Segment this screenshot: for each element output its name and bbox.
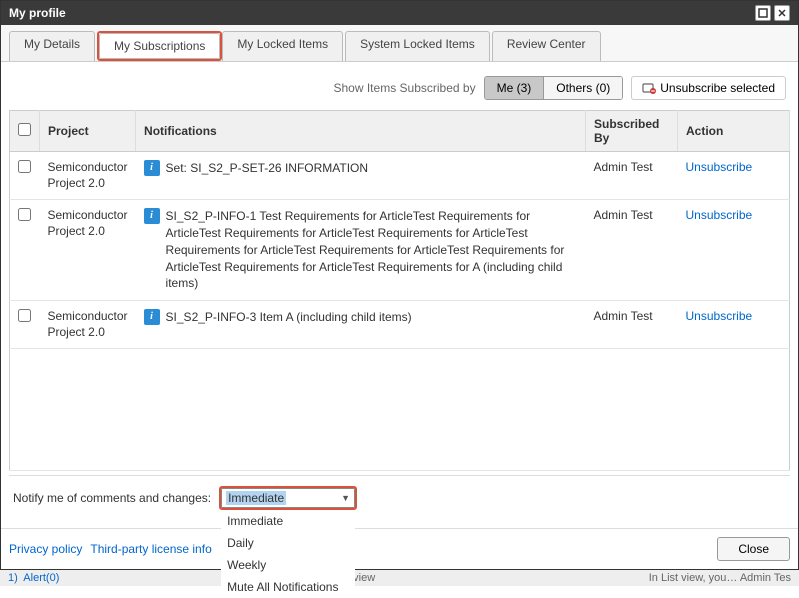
row-checkbox[interactable] — [18, 160, 31, 173]
tab-my-subscriptions-highlight: My Subscriptions — [97, 31, 222, 61]
unsubscribe-selected-label: Unsubscribe selected — [660, 81, 775, 95]
tab-my-locked-items[interactable]: My Locked Items — [222, 31, 343, 61]
table-row: Semiconductor Project 2.0 i SI_S2_P-INFO… — [10, 301, 790, 349]
row-checkbox[interactable] — [18, 309, 31, 322]
notification-cell: i SI_S2_P-INFO-3 Item A (including child… — [144, 309, 578, 326]
header-subscribed-by[interactable]: Subscribed By — [586, 111, 678, 152]
header-checkbox-col — [10, 111, 40, 152]
background-status-bar: 1) Alert(0) List view In List view, you…… — [0, 570, 799, 586]
close-dialog-button[interactable]: Close — [717, 537, 790, 561]
info-icon: i — [144, 208, 160, 224]
notify-label: Notify me of comments and changes: — [13, 491, 211, 505]
unsubscribe-selected-button[interactable]: Unsubscribe selected — [631, 76, 786, 100]
notification-cell: i SI_S2_P-INFO-1 Test Requirements for A… — [144, 208, 578, 292]
select-all-checkbox[interactable] — [18, 123, 31, 136]
table-header-row: Project Notifications Subscribed By Acti… — [10, 111, 790, 152]
header-notifications[interactable]: Notifications — [136, 111, 586, 152]
close-button[interactable] — [774, 5, 790, 21]
notification-text: Set: SI_S2_P-SET-26 INFORMATION — [166, 160, 369, 177]
info-icon: i — [144, 160, 160, 176]
subscribed-by-cell: Admin Test — [586, 200, 678, 301]
unsubscribe-link[interactable]: Unsubscribe — [686, 160, 753, 174]
tab-my-details[interactable]: My Details — [9, 31, 95, 61]
chevron-down-icon: ▼ — [341, 493, 350, 503]
privacy-policy-link[interactable]: Privacy policy — [9, 542, 82, 556]
subscribed-by-cell: Admin Test — [586, 152, 678, 200]
project-cell: Semiconductor Project 2.0 — [40, 200, 136, 301]
tab-my-subscriptions[interactable]: My Subscriptions — [99, 33, 220, 59]
info-icon: i — [144, 309, 160, 325]
bg-left: 1) Alert(0) — [8, 572, 59, 584]
filter-label: Show Items Subscribed by — [334, 81, 476, 95]
notify-option-daily[interactable]: Daily — [221, 532, 355, 554]
third-party-license-link[interactable]: Third-party license info — [90, 542, 211, 556]
notify-option-weekly[interactable]: Weekly — [221, 554, 355, 576]
bg-right: In List view, you… Admin Tes — [649, 572, 791, 584]
profile-window: My profile My Details My Subscriptions M… — [0, 0, 799, 570]
notification-text: SI_S2_P-INFO-3 Item A (including child i… — [166, 309, 412, 326]
row-checkbox[interactable] — [18, 208, 31, 221]
notification-cell: i Set: SI_S2_P-SET-26 INFORMATION — [144, 160, 578, 177]
notify-dropdown[interactable]: Immediate ▼ — [221, 488, 355, 508]
tab-bar: My Details My Subscriptions My Locked It… — [1, 25, 798, 62]
content-area: Show Items Subscribed by Me (3) Others (… — [1, 62, 798, 528]
tab-system-locked-items[interactable]: System Locked Items — [345, 31, 490, 61]
notify-dropdown-wrap: Immediate ▼ Immediate Daily Weekly Mute … — [219, 486, 357, 510]
subscriptions-table: Project Notifications Subscribed By Acti… — [9, 110, 790, 471]
bg-left-num: 1) — [8, 572, 18, 584]
toggle-me[interactable]: Me (3) — [485, 77, 545, 99]
maximize-button[interactable] — [755, 5, 771, 21]
table-row: Semiconductor Project 2.0 i Set: SI_S2_P… — [10, 152, 790, 200]
titlebar: My profile — [1, 1, 798, 25]
project-cell: Semiconductor Project 2.0 — [40, 301, 136, 349]
filter-bar: Show Items Subscribed by Me (3) Others (… — [9, 70, 790, 106]
notify-option-mute[interactable]: Mute All Notifications — [221, 576, 355, 598]
subscribed-by-cell: Admin Test — [586, 301, 678, 349]
window-title: My profile — [9, 6, 66, 20]
toggle-others[interactable]: Others (0) — [544, 77, 622, 99]
header-action[interactable]: Action — [678, 111, 790, 152]
tab-review-center[interactable]: Review Center — [492, 31, 601, 61]
notification-text: SI_S2_P-INFO-1 Test Requirements for Art… — [166, 208, 578, 292]
footer-links: Privacy policy Third-party license info — [9, 542, 212, 556]
header-project[interactable]: Project — [40, 111, 136, 152]
alert-link[interactable]: Alert(0) — [23, 572, 59, 584]
notify-dropdown-value: Immediate — [226, 491, 286, 505]
subscribed-by-toggle: Me (3) Others (0) — [484, 76, 624, 100]
table-empty-space — [10, 349, 790, 471]
unsubscribe-link[interactable]: Unsubscribe — [686, 309, 753, 323]
footer: Privacy policy Third-party license info … — [1, 528, 798, 569]
unsubscribe-icon — [642, 81, 656, 95]
project-cell: Semiconductor Project 2.0 — [40, 152, 136, 200]
notify-dropdown-highlight: Immediate ▼ Immediate Daily Weekly Mute … — [219, 486, 357, 510]
table-row: Semiconductor Project 2.0 i SI_S2_P-INFO… — [10, 200, 790, 301]
notify-row: Notify me of comments and changes: Immed… — [9, 475, 790, 520]
titlebar-buttons — [755, 5, 790, 21]
unsubscribe-link[interactable]: Unsubscribe — [686, 208, 753, 222]
notify-dropdown-options: Immediate Daily Weekly Mute All Notifica… — [221, 510, 355, 598]
notify-option-immediate[interactable]: Immediate — [221, 510, 355, 532]
